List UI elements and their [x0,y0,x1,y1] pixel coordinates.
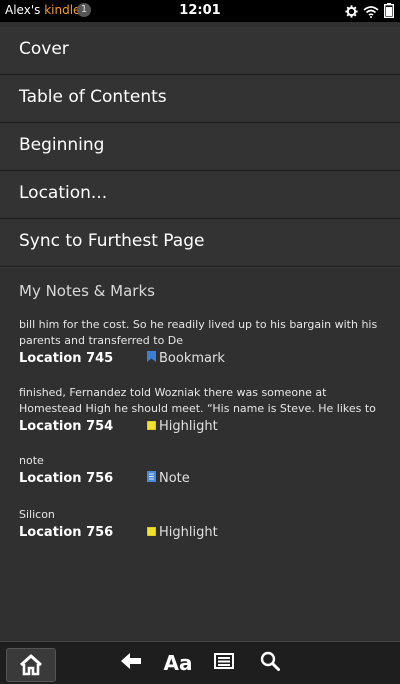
note-type: Highlight [146,525,218,540]
notes-list-icon [214,653,234,673]
back-button[interactable] [117,642,145,684]
menu-item-label: Sync to Furthest Page [19,231,205,251]
settings-gear-icon[interactable] [345,3,358,22]
note-type: Note [147,471,190,486]
menu-item-table-of-contents[interactable]: Table of Contents [0,75,400,123]
search-icon [260,651,280,675]
note-location: Location 754 [19,419,114,434]
note-type: Highlight [146,419,218,434]
note-icon [147,471,156,486]
note-type-label: Highlight [159,419,218,434]
menu-item-cover[interactable]: Cover [0,27,400,75]
home-button[interactable] [6,648,56,682]
status-bar: Alex's kindle 1 12:01 [0,0,400,22]
note-type-label: Note [159,471,190,486]
battery-icon [383,3,395,22]
note-excerpt: finished, Fernandez told Wozniak there w… [19,386,376,415]
note-location: Location 756 [19,471,114,486]
note-location: Location 745 [19,351,114,366]
search-button[interactable] [256,642,284,684]
note-entry[interactable]: Silicon Location 756 Highlight [19,507,389,545]
font-icon: Aa [163,651,193,675]
menu-item-sync-furthest-page[interactable]: Sync to Furthest Page [0,219,400,267]
notes-list-button[interactable] [210,642,238,684]
clock: 12:01 [179,3,221,18]
note-excerpt: note [19,454,44,467]
bottom-toolbar: Aa [0,641,400,684]
note-entry[interactable]: note Location 756 Note [19,453,389,491]
menu-item-beginning[interactable]: Beginning [0,123,400,171]
bookmark-icon [147,351,156,366]
highlight-icon [146,419,157,434]
note-entry[interactable]: bill him for the cost. So he readily liv… [19,317,389,371]
home-icon [19,654,43,680]
note-excerpt: Silicon [19,508,55,521]
status-icons [345,3,395,22]
wifi-icon [363,3,379,22]
note-type-label: Bookmark [159,351,225,366]
menu-item-label: Cover [19,39,69,59]
menu-item-label: Beginning [19,135,105,155]
note-excerpt: bill him for the cost. So he readily liv… [19,318,378,347]
note-type: Bookmark [147,351,225,366]
note-entry[interactable]: finished, Fernandez told Wozniak there w… [19,385,389,439]
back-icon [120,652,142,674]
note-location: Location 756 [19,525,114,540]
menu-item-location[interactable]: Location... [0,171,400,219]
menu-item-label: Location... [19,183,108,203]
font-settings-button[interactable]: Aa [160,642,196,684]
menu-item-label: Table of Contents [19,87,167,107]
notes-header: My Notes & Marks [19,282,155,300]
highlight-icon [146,525,157,540]
note-type-label: Highlight [159,525,218,540]
goto-menu: Cover Table of Contents Beginning Locati… [0,27,400,267]
